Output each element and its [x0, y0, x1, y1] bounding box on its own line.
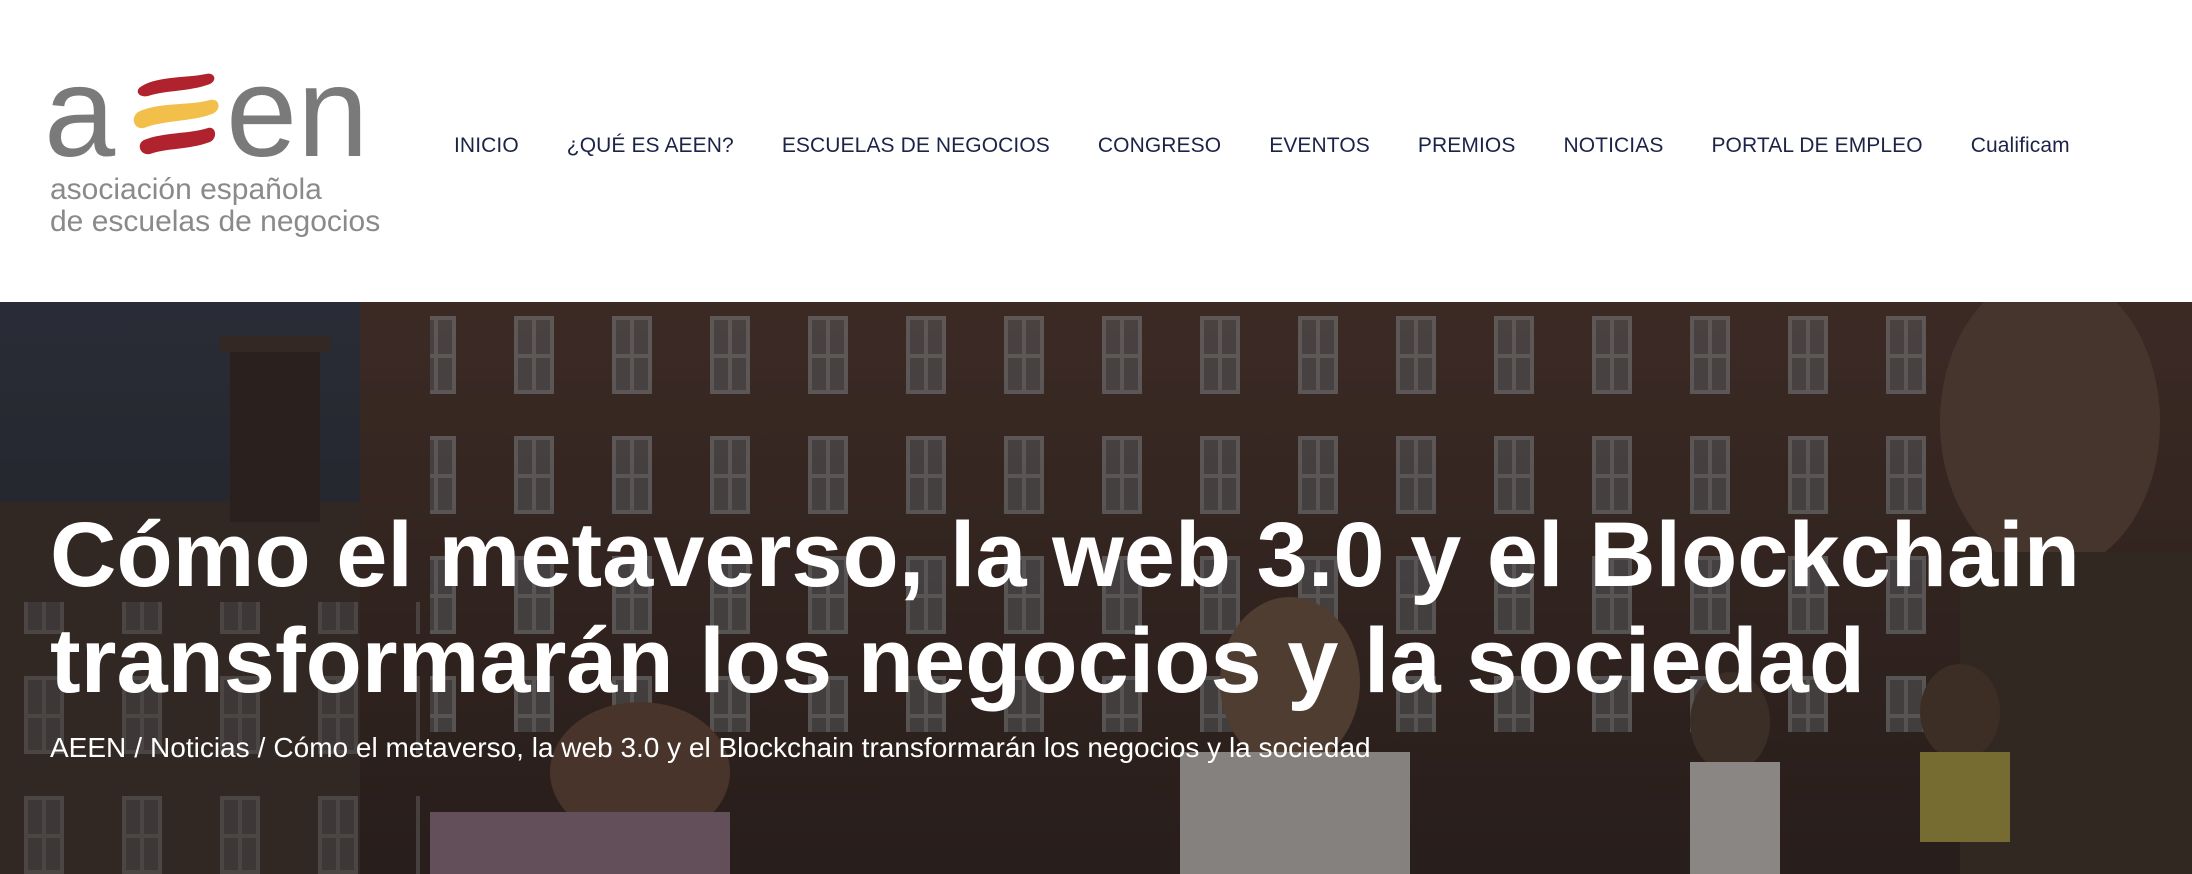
nav-item-congreso[interactable]: CONGRESO — [1098, 134, 1221, 158]
logo-flag-yellow — [133, 99, 219, 129]
page-title-line2: transformarán los negocios y la sociedad — [50, 610, 1866, 712]
nav-item-que-es-aeen[interactable]: ¿QUÉ ES AEEN? — [567, 134, 734, 158]
site-header: a en asociación española de escuelas de … — [0, 0, 2192, 302]
logo-flag-red-bottom — [139, 127, 216, 155]
breadcrumb-separator: / — [134, 732, 143, 763]
aeen-logo-mark: a en — [48, 58, 368, 168]
breadcrumb-separator: / — [257, 732, 266, 763]
nav-item-eventos[interactable]: EVENTOS — [1269, 134, 1370, 158]
nav-item-noticias[interactable]: NOTICIAS — [1563, 134, 1663, 158]
nav-item-escuelas-de-negocios[interactable]: ESCUELAS DE NEGOCIOS — [782, 134, 1050, 158]
main-nav: INICIO ¿QUÉ ES AEEN? ESCUELAS DE NEGOCIO… — [454, 128, 2070, 164]
breadcrumb-home-link[interactable]: AEEN — [50, 732, 126, 763]
logo-letters-en: en — [226, 58, 368, 168]
nav-item-portal-de-empleo[interactable]: PORTAL DE EMPLEO — [1711, 134, 1922, 158]
breadcrumb: AEEN / Noticias / Cómo el metaverso, la web … — [50, 732, 1371, 764]
logo-tagline-line2: de escuelas de negocios — [50, 205, 381, 238]
nav-item-cualificam[interactable]: Cualificam — [1971, 134, 2070, 158]
page-title-line1: Cómo el metaverso, la web 3.0 y el Block… — [50, 504, 2080, 606]
breadcrumb-section-link[interactable]: Noticias — [150, 732, 250, 763]
logo-letter-a: a — [48, 58, 116, 168]
aeen-logo[interactable]: a en asociación española de escuelas de … — [48, 58, 420, 244]
nav-item-inicio[interactable]: INICIO — [454, 134, 519, 158]
logo-flag-red-top — [137, 73, 215, 97]
breadcrumb-current: Cómo el metaverso, la web 3.0 y el Block… — [273, 732, 1371, 763]
logo-tagline-line1: asociación española — [50, 173, 322, 206]
hero-banner: Cómo el metaverso, la web 3.0 y el Block… — [0, 302, 2192, 874]
page-title: Cómo el metaverso, la web 3.0 y el Block… — [50, 502, 2150, 714]
nav-item-premios[interactable]: PREMIOS — [1418, 134, 1516, 158]
